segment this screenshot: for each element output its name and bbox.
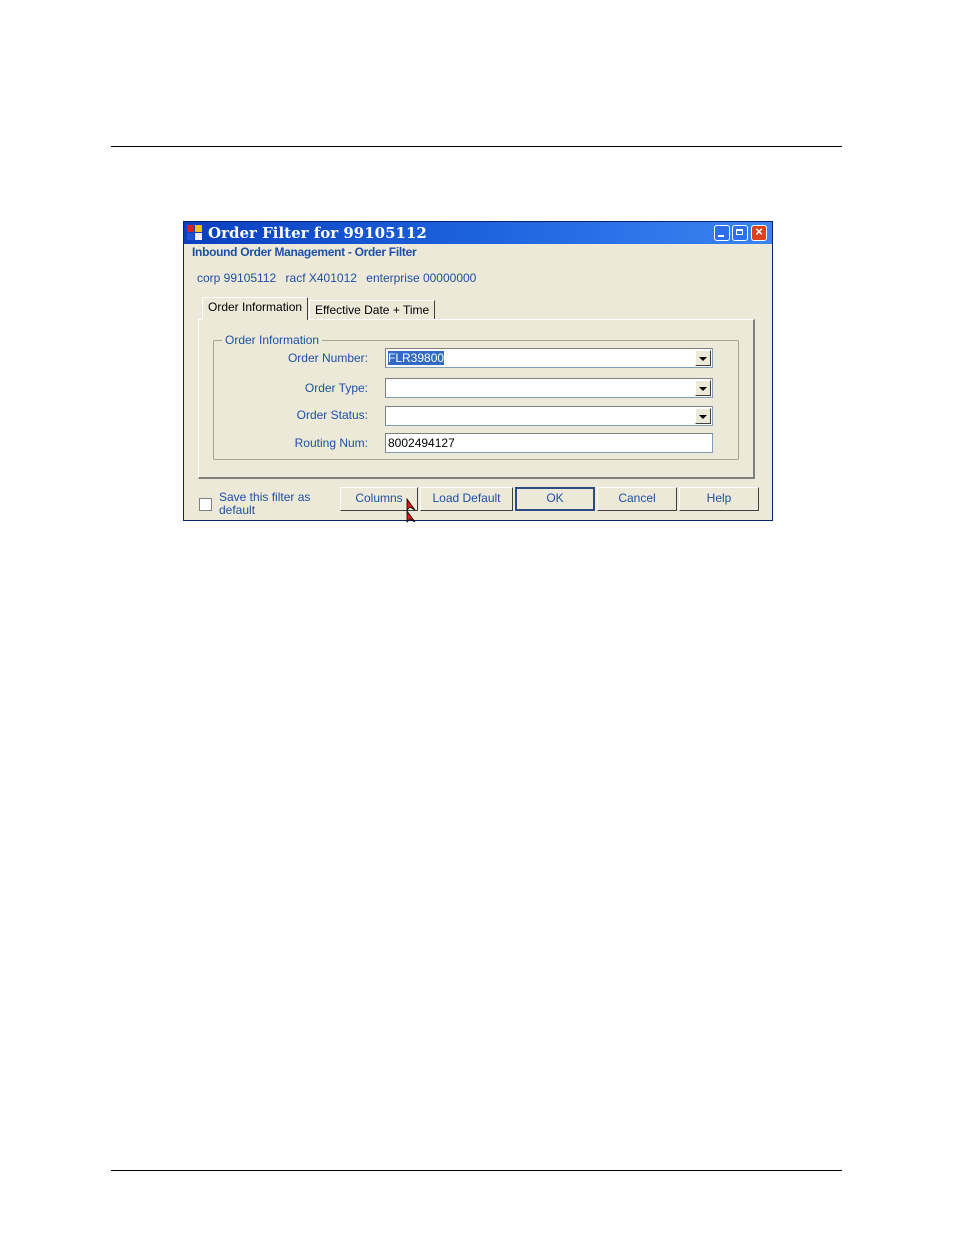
ok-button[interactable]: OK: [515, 487, 595, 511]
routing-num-label: Routing Num:: [294, 436, 368, 450]
order-number-value: FLR39800: [388, 351, 445, 365]
minimize-icon[interactable]: [714, 225, 730, 241]
title-bar[interactable]: Order Filter for 99105112 ×: [184, 222, 772, 244]
close-icon[interactable]: ×: [751, 224, 767, 241]
context-info: corp 99105112 racf X401012 enterprise 00…: [197, 271, 482, 285]
load-default-button[interactable]: Load Default: [420, 487, 513, 511]
cursor-arrow-icon: [406, 510, 416, 523]
maximize-icon[interactable]: [732, 225, 748, 241]
chevron-down-icon[interactable]: [695, 350, 711, 366]
corp-info: corp 99105112: [197, 271, 277, 285]
racf-info: racf X401012: [285, 271, 357, 285]
order-filter-window: Order Filter for 99105112 × Inbound Orde…: [183, 221, 773, 523]
header-rule: [111, 146, 842, 147]
tab-panel: Order Information Order Number: FLR39800…: [198, 319, 755, 479]
order-number-label: Order Number:: [287, 351, 368, 365]
tab-effective-date-time[interactable]: Effective Date + Time: [309, 300, 436, 320]
chevron-down-icon[interactable]: [695, 408, 711, 424]
group-legend: Order Information: [222, 333, 323, 347]
window-subtitle: Inbound Order Management - Order Filter: [192, 245, 417, 259]
tab-order-information[interactable]: Order Information: [202, 297, 309, 320]
order-number-combobox[interactable]: FLR39800: [385, 348, 713, 368]
routing-num-value: 8002494127: [388, 436, 455, 450]
cancel-button[interactable]: Cancel: [597, 487, 677, 511]
window-title: Order Filter for 99105112: [208, 224, 427, 242]
save-filter-checkbox[interactable]: [199, 498, 212, 511]
order-type-combobox[interactable]: [385, 378, 713, 398]
save-filter-label: Save this filter as default: [219, 490, 311, 517]
chevron-down-icon[interactable]: [695, 380, 711, 396]
enterprise-info: enterprise 00000000: [366, 271, 477, 285]
order-type-label: Order Type:: [304, 381, 368, 395]
order-status-label: Order Status:: [296, 408, 368, 422]
app-icon: [187, 225, 203, 241]
help-button[interactable]: Help: [679, 487, 759, 511]
order-information-group: Order Information Order Number: FLR39800…: [213, 333, 739, 460]
order-status-combobox[interactable]: [385, 406, 713, 426]
routing-num-input[interactable]: 8002494127: [385, 433, 713, 453]
footer-rule: [111, 1170, 842, 1171]
